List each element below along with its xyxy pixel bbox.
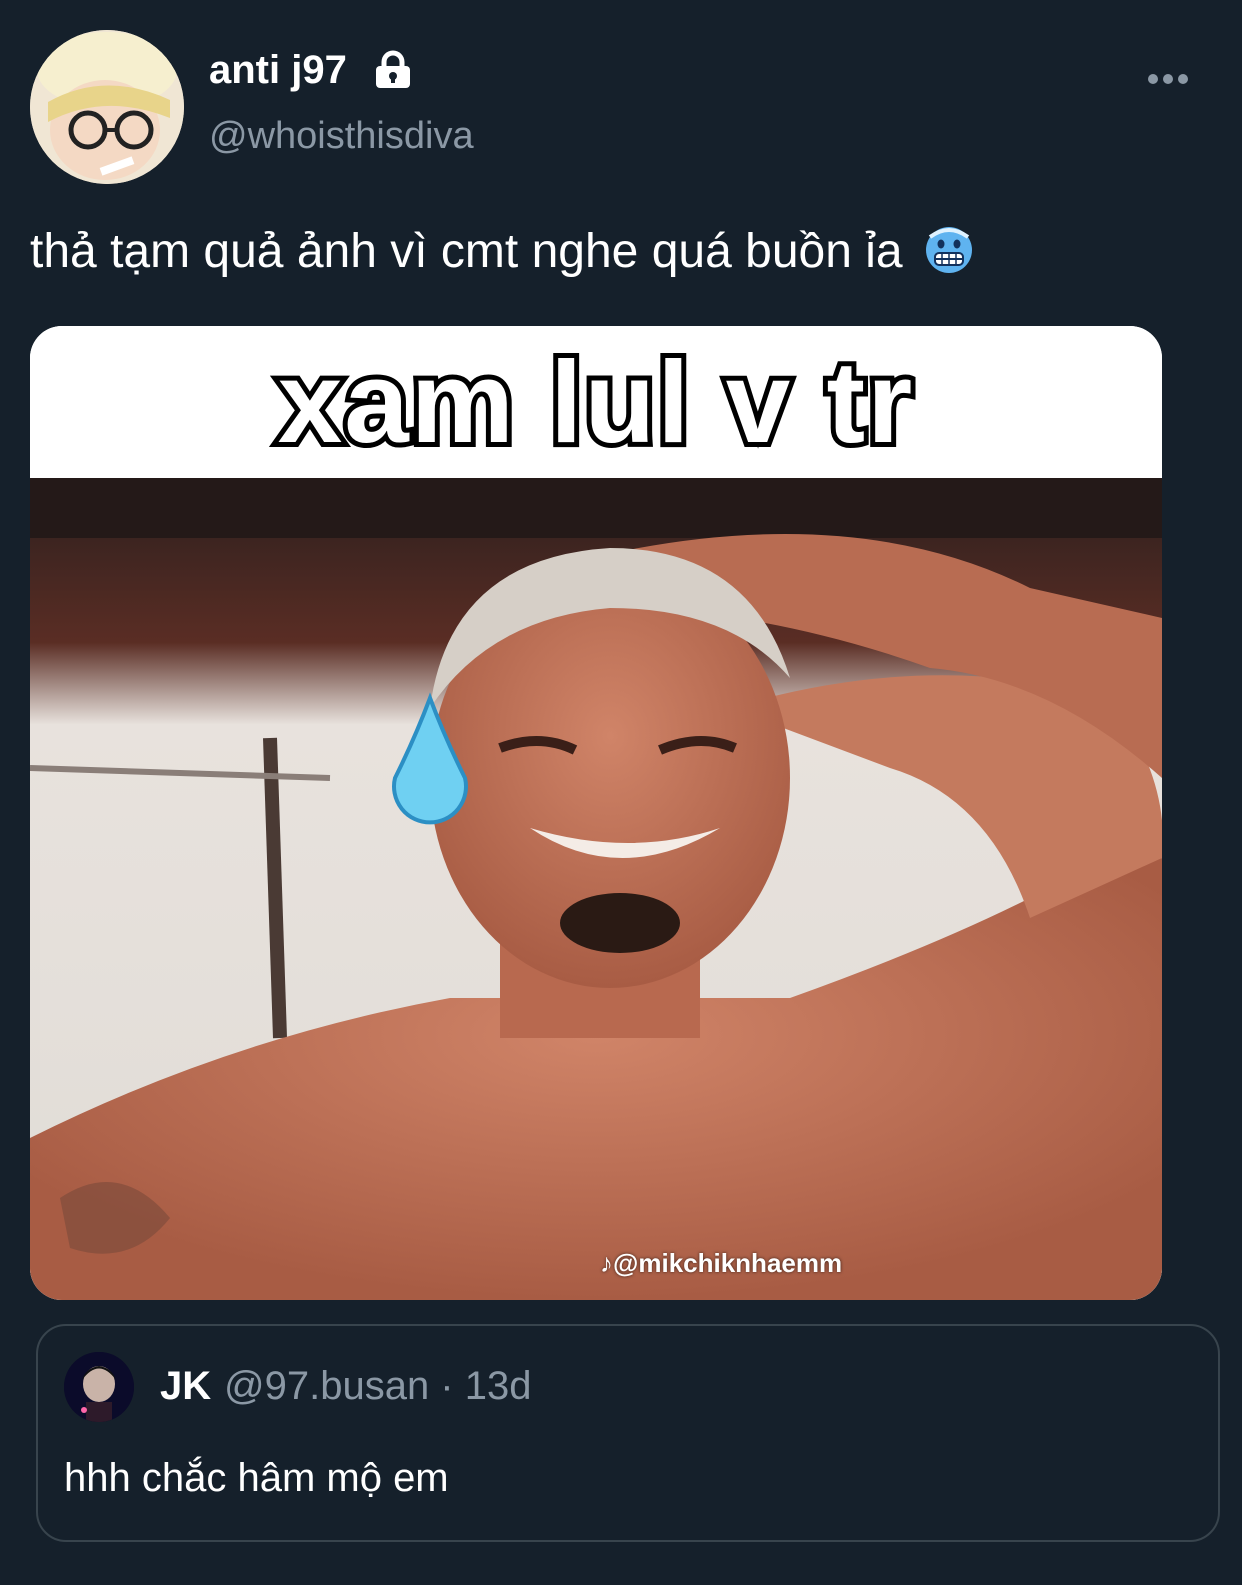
quote-avatar[interactable] [64,1352,134,1422]
meme-photo [30,478,1162,1300]
quote-display-name[interactable]: JK [160,1362,211,1410]
avatar[interactable] [30,30,184,184]
quote-text: hhh chắc hâm mộ em [64,1456,449,1500]
tweet-media[interactable]: xam lul v tr ♪@mikchiknhaemm [30,326,1162,1300]
watermark-text: @mikchiknhaemm [613,1248,843,1278]
quoted-tweet[interactable]: JK @97.busan · 13d hhh chắc hâm mộ em [36,1324,1220,1542]
lock-icon [376,50,410,88]
cold-face-emoji-icon [925,227,972,273]
tweet-text: thả tạm quả ảnh vì cmt nghe quá buồn ỉa [30,225,903,278]
quote-handle-time[interactable]: @97.busan · 13d [224,1362,531,1410]
meme-caption: xam lul v tr [273,332,917,472]
display-name[interactable]: anti j97 [209,46,347,94]
tweet-text-line: thả tạm quả ảnh vì cmt nghe quá buồn ỉa [30,220,1210,284]
handle[interactable]: @whoisthisdiva [209,112,474,160]
tiktok-icon: ♪ [600,1248,613,1278]
tiktok-watermark: ♪@mikchiknhaemm [600,1248,842,1279]
more-horizontal-icon[interactable] [1146,64,1190,94]
